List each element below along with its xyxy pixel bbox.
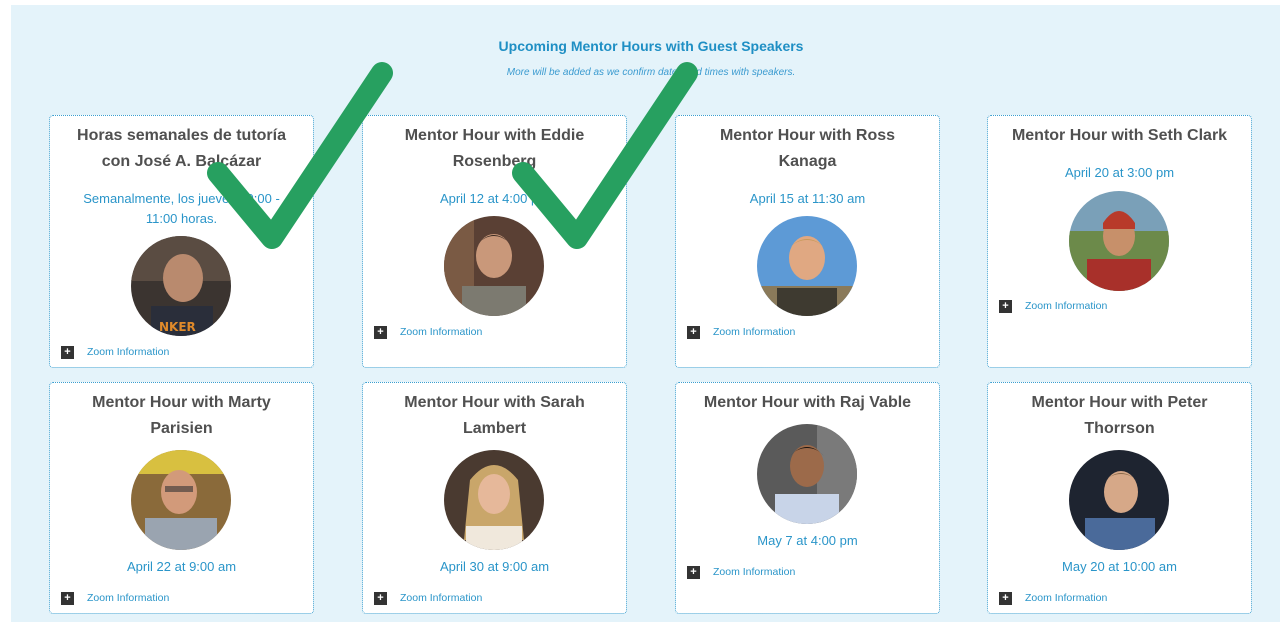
card-date-line2: 11:00 horas. [145,211,218,226]
zoom-information-label: Zoom Information [87,346,170,358]
card-date: Semanalmente, los jueves 10:00 - [83,191,280,206]
card-date: April 20 at 3:00 pm [1064,165,1175,180]
card-date: May 20 at 10:00 am [1062,559,1177,574]
card-title-line2: Kanaga [778,153,837,170]
card-date: April 12 at 4:00 pm [439,191,550,206]
zoom-information-label: Zoom Information [1025,592,1108,604]
card-title-line2: Parisien [150,420,213,437]
plus-icon: + [687,325,700,339]
card-title: Mentor Hour with Eddie [404,127,585,144]
card-title: Mentor Hour with Marty [92,394,271,411]
card-title: Mentor Hour with Peter [1031,394,1208,411]
card-date: May 7 at 4:00 pm [757,533,858,548]
mentor-avatar [757,424,857,524]
mentor-avatar: NKER [131,236,231,336]
mentor-avatar [444,216,544,316]
mentor-card-parisien: Mentor Hour with Marty Parisien April 22… [49,382,314,614]
zoom-information-toggle[interactable]: + Zoom Information [687,565,795,579]
mentor-avatar [1069,191,1169,291]
zoom-information-label: Zoom Information [1025,300,1108,312]
zoom-information-label: Zoom Information [713,326,796,338]
card-title: Mentor Hour with Seth Clark [1011,127,1228,144]
plus-icon: + [61,345,74,359]
zoom-information-toggle[interactable]: + Zoom Information [61,345,169,359]
card-title-line2: Rosenberg [452,153,537,170]
plus-icon: + [374,325,387,339]
zoom-information-label: Zoom Information [713,566,796,578]
mentor-avatar [757,216,857,316]
card-title: Horas semanales de tutoría [77,127,286,144]
zoom-information-toggle[interactable]: + Zoom Information [61,591,169,605]
mentor-card-kanaga: Mentor Hour with Ross Kanaga April 15 at… [675,115,940,368]
card-title-line2: Lambert [462,420,527,437]
mentor-card-thorrson: Mentor Hour with Peter Thorrson May 20 a… [987,382,1252,614]
card-title-line2: con José A. Balcázar [101,153,262,170]
card-date: April 15 at 11:30 am [749,191,866,206]
card-title: Mentor Hour with Ross [719,127,896,144]
mentor-card-lambert: Mentor Hour with Sarah Lambert April 30 … [362,382,627,614]
card-date: April 30 at 9:00 am [439,559,550,574]
zoom-information-toggle[interactable]: + Zoom Information [374,325,482,339]
zoom-information-label: Zoom Information [400,592,483,604]
card-title: Mentor Hour with Raj Vable [703,394,912,411]
card-title: Mentor Hour with Sarah [404,394,585,411]
mentor-card-clark: Mentor Hour with Seth Clark April 20 at … [987,115,1252,368]
mentor-card-rosenberg: Mentor Hour with Eddie Rosenberg April 1… [362,115,627,368]
zoom-information-toggle[interactable]: + Zoom Information [999,591,1107,605]
plus-icon: + [61,591,74,605]
svg-text:NKER: NKER [159,320,196,334]
plus-icon: + [687,565,700,579]
zoom-information-label: Zoom Information [87,592,170,604]
zoom-information-toggle[interactable]: + Zoom Information [374,591,482,605]
zoom-information-toggle[interactable]: + Zoom Information [999,299,1107,313]
zoom-information-toggle[interactable]: + Zoom Information [687,325,795,339]
plus-icon: + [374,591,387,605]
page-title: Upcoming Mentor Hours with Guest Speaker… [498,38,804,54]
plus-icon: + [999,299,1012,313]
page-subtitle: More will be added as we confirm dates a… [506,67,796,78]
mentor-avatar [1069,450,1169,550]
mentor-card-vable: Mentor Hour with Raj Vable May 7 at 4:00… [675,382,940,614]
card-title-line2: Thorrson [1084,420,1155,437]
zoom-information-label: Zoom Information [400,326,483,338]
card-date: April 22 at 9:00 am [126,559,237,574]
plus-icon: + [999,591,1012,605]
mentor-avatar [131,450,231,550]
mentor-avatar [444,450,544,550]
mentor-card-balcazar: Horas semanales de tutoría con José A. B… [49,115,314,368]
